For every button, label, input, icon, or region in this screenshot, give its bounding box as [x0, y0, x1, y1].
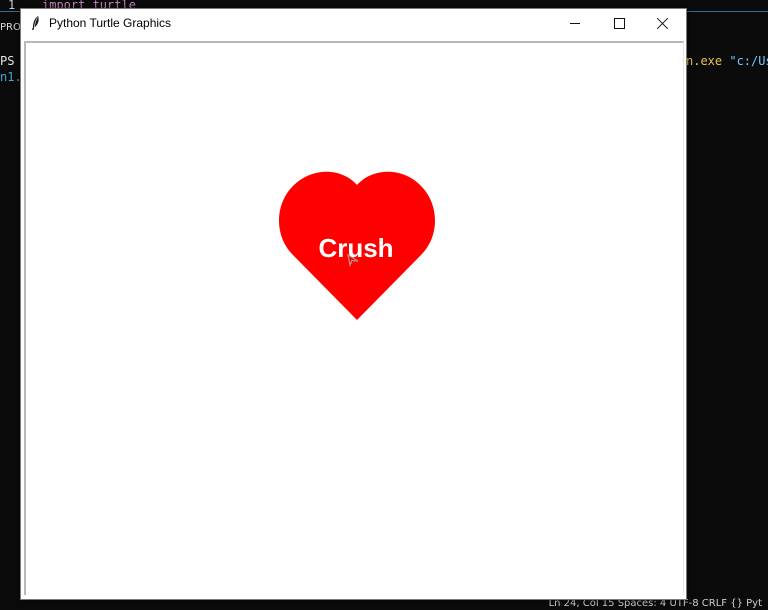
maximize-button[interactable]	[597, 9, 641, 37]
heart-drawing: Crush	[279, 171, 435, 320]
terminal-command: n.exe "c:/Use	[686, 54, 768, 68]
minimize-icon	[570, 22, 580, 24]
terminal-exe: n.exe	[686, 54, 723, 68]
close-icon	[657, 17, 669, 29]
minimize-button[interactable]	[553, 9, 597, 37]
close-button[interactable]	[641, 9, 685, 37]
turtle-window: Python Turtle Graphics Crush	[20, 8, 687, 600]
title-bar[interactable]: Python Turtle Graphics	[21, 9, 686, 37]
status-bar: Ln 24, Col 15 Spaces: 4 UTF-8 CRLF {} Py…	[0, 598, 768, 610]
terminal-path: "c:/Use	[729, 54, 768, 68]
heart-text: Crush	[318, 233, 393, 263]
maximize-icon	[613, 17, 625, 29]
feather-icon	[32, 16, 39, 30]
window-title: Python Turtle Graphics	[49, 16, 172, 30]
turtle-canvas[interactable]: Crush	[24, 41, 684, 595]
